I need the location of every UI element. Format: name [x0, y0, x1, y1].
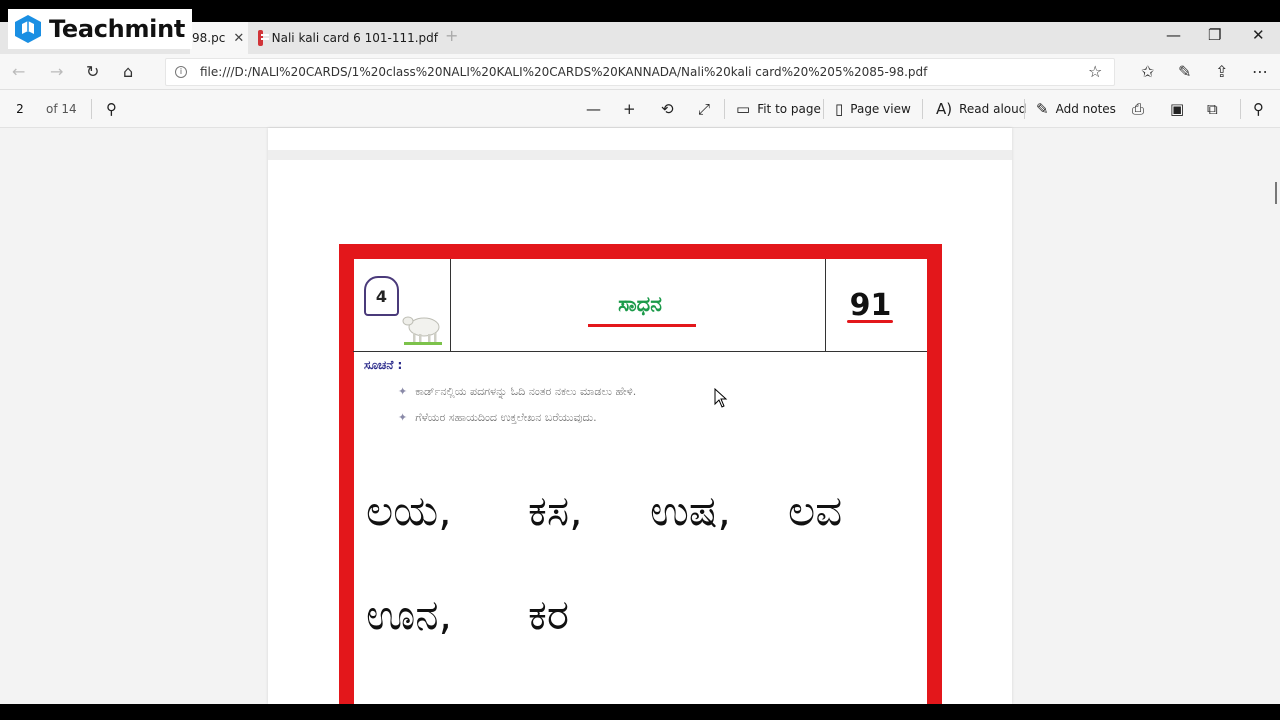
tab-label: 98.pc [192, 31, 226, 45]
favorites-icon[interactable]: ✩ [1141, 62, 1154, 81]
hint-item: ✦ ಕಾರ್ಡ್‌ನಲ್ಲಿಯ ಪದಗಳನ್ನು ಓದಿ ನಂತರ ನಕಲು ಮಾ… [398, 385, 636, 399]
forward-button[interactable]: → [50, 62, 63, 81]
pdf-file-icon [258, 30, 269, 46]
read-aloud-button[interactable]: A) Read aloud [936, 100, 1026, 118]
hint-text: ಗೆಳೆಯರ ಸಹಾಯದಿಂದ ಉಕ್ತಲೇಖನ ಬರೆಯುವುದು. [415, 411, 597, 424]
teachmint-logo: Teachmint [8, 9, 192, 49]
fit-to-page-button[interactable]: ▭ Fit to page [736, 100, 821, 118]
card-number: 91 [849, 288, 892, 323]
fit-to-page-icon: ▭ [736, 100, 751, 118]
print-icon[interactable]: ⎙ [1132, 100, 1151, 118]
back-button[interactable]: ← [12, 62, 25, 81]
url-text: file:///D:/NALI%20CARDS/1%20class%20NALI… [200, 65, 928, 79]
page-view-icon: ▯ [835, 100, 844, 118]
refresh-button[interactable]: ↻ [86, 62, 99, 81]
header-divider [450, 259, 451, 352]
zoom-out-icon[interactable]: — [586, 100, 608, 118]
bullet-icon: ✦ [398, 411, 408, 424]
screen: 98.pc ✕ Nali kali card 6 101-111.pdf + —… [0, 0, 1280, 720]
fullscreen-icon[interactable]: ⤢ [698, 100, 717, 118]
number-underline [847, 320, 893, 323]
web-capture-pen-icon[interactable]: ✎ [1178, 62, 1191, 81]
hint-label: ಸೂಚನೆ : [364, 358, 403, 372]
toolbar-divider [922, 99, 923, 119]
page-view-button[interactable]: ▯ Page view [835, 100, 911, 118]
tab-current-pdf[interactable]: 98.pc ✕ [190, 22, 248, 54]
card-title: ಸಾಧನ [618, 292, 662, 316]
toolbar-divider [724, 99, 725, 119]
save-as-icon[interactable]: ⧉ [1207, 100, 1225, 118]
home-button[interactable]: ⌂ [123, 62, 133, 81]
practice-word: ಲವ [788, 486, 843, 535]
practice-word: ಉಷ, [650, 486, 731, 535]
close-tab-icon[interactable]: ✕ [233, 31, 244, 46]
fit-to-page-label: Fit to page [757, 102, 821, 116]
practice-word: ಕರ [528, 590, 570, 639]
favorite-star-icon[interactable]: ☆ [1088, 62, 1102, 81]
toolbar-divider [1240, 99, 1241, 119]
hint-text: ಕಾರ್ಡ್‌ನಲ್ಲಿಯ ಪದಗಳನ್ನು ಓದಿ ನಂತರ ನಕಲು ಮಾಡ… [415, 385, 637, 398]
mouse-cursor-icon [714, 388, 728, 408]
pen-icon: ✎ [1036, 100, 1049, 118]
goat-icon [402, 316, 442, 345]
title-underline [588, 324, 696, 327]
bottom-strip [0, 704, 1280, 720]
zoom-in-icon[interactable]: + [623, 100, 643, 118]
add-notes-button[interactable]: ✎ Add notes [1036, 100, 1116, 118]
practice-word: ಕಸ, [528, 486, 583, 535]
page-number-input[interactable]: 2 [8, 99, 32, 119]
read-aloud-icon: A) [936, 100, 953, 118]
teachmint-logo-text: Teachmint [49, 15, 186, 43]
practice-word: ಲಯ, [366, 486, 452, 535]
header-divider [825, 259, 826, 352]
level-badge: 4 [364, 276, 399, 316]
page-view-label: Page view [850, 102, 911, 116]
teachmint-logo-icon [15, 15, 41, 43]
page-count: of 14 [46, 102, 77, 116]
more-options-icon[interactable]: ⋯ [1252, 62, 1268, 81]
toolbar-divider [91, 99, 92, 119]
scrollbar-thumb[interactable] [1275, 182, 1277, 204]
new-tab-button[interactable]: + [445, 26, 458, 45]
tab-nali-kali-card-6[interactable]: Nali kali card 6 101-111.pdf [248, 22, 438, 54]
info-icon[interactable]: i [175, 66, 187, 78]
address-field[interactable]: i file:///D:/NALI%20CARDS/1%20class%20NA… [165, 58, 1115, 86]
rotate-icon[interactable]: ⟲ [661, 100, 681, 118]
tab-label: Nali kali card 6 101-111.pdf [271, 31, 438, 45]
read-aloud-label: Read aloud [959, 102, 1027, 116]
save-icon[interactable]: ▣ [1170, 100, 1191, 118]
practice-word: ಊನ, [366, 590, 453, 639]
window-top-strip [0, 0, 1280, 22]
tab-strip: 98.pc ✕ Nali kali card 6 101-111.pdf [0, 22, 1280, 54]
page-top-edge [268, 150, 1012, 160]
pin-toolbar-icon[interactable]: ⚲ [1253, 100, 1271, 118]
close-window-button[interactable]: ✕ [1252, 26, 1265, 44]
add-notes-label: Add notes [1055, 102, 1116, 116]
share-icon[interactable]: ⇪ [1215, 62, 1228, 81]
hint-item: ✦ ಗೆಳೆಯರ ಸಹಾಯದಿಂದ ಉಕ್ತಲೇಖನ ಬರೆಯುವುದು. [398, 411, 597, 425]
toolbar-divider [1024, 99, 1025, 119]
restore-button[interactable]: ❐ [1208, 26, 1221, 44]
search-icon[interactable]: ⚲ [106, 100, 124, 118]
toolbar-divider [823, 99, 824, 119]
minimize-button[interactable]: — [1166, 26, 1181, 44]
bullet-icon: ✦ [398, 385, 408, 398]
